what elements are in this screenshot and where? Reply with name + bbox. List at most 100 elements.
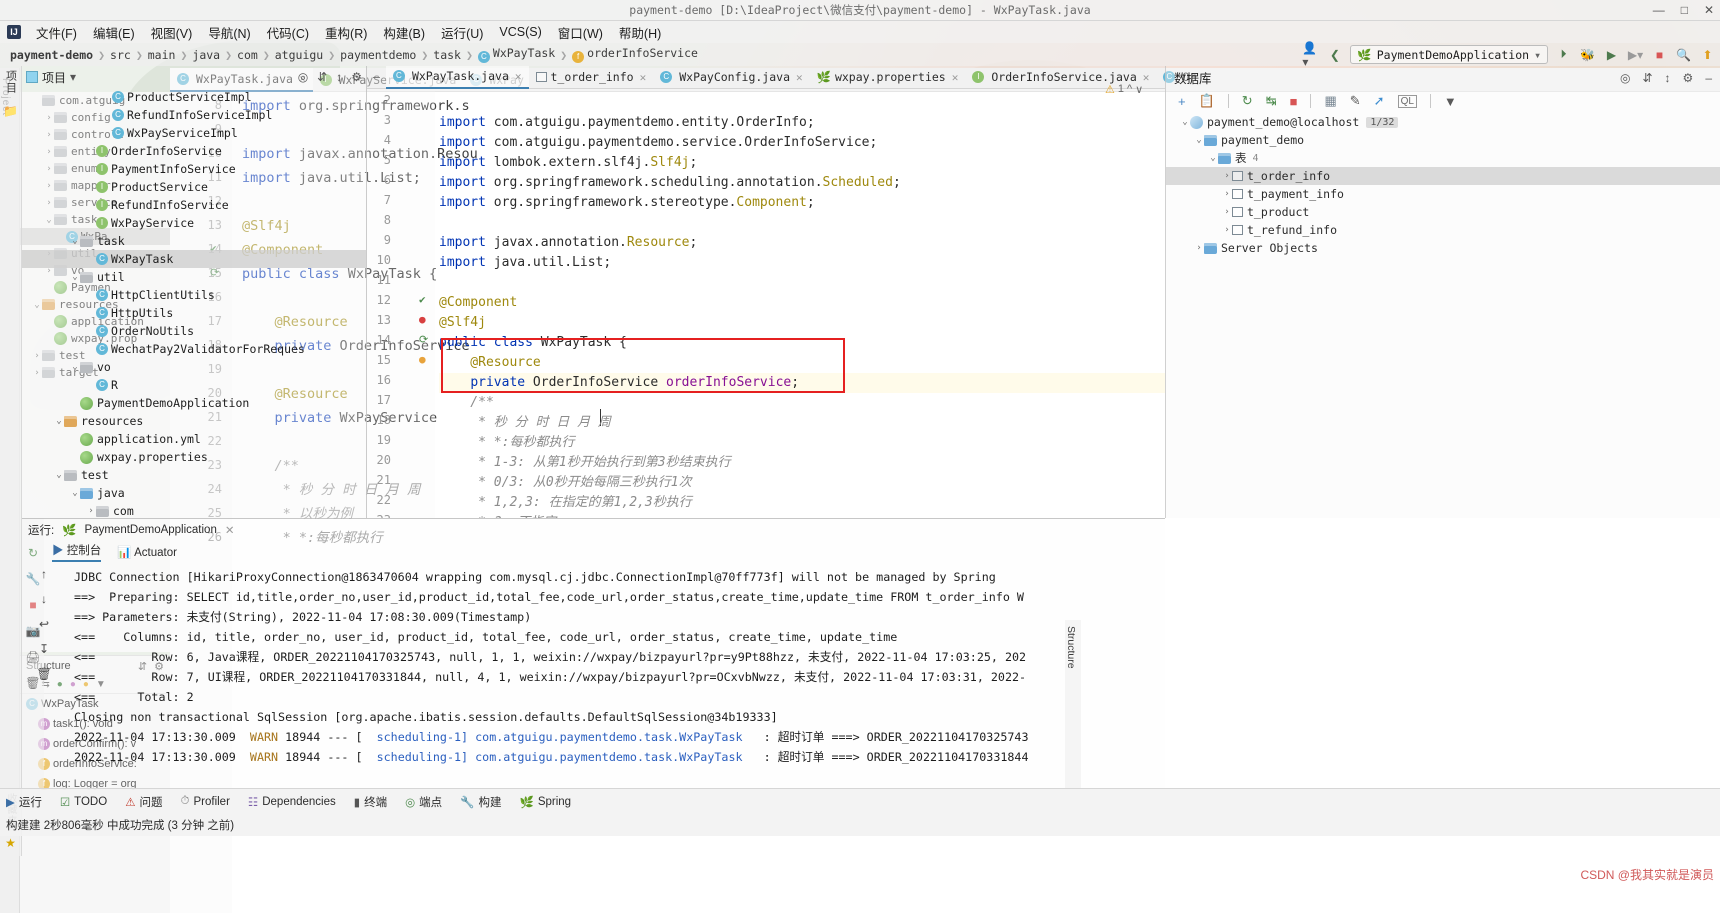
project-tree-item[interactable]: C HttpClientUtils (22, 286, 366, 304)
table-icon[interactable]: ▦ (1324, 93, 1336, 109)
editor-gutter[interactable]: 23456789101112✔13●14⟳15●1617181920212223 (367, 89, 435, 518)
status-item-dependencies[interactable]: ☷ Dependencies (248, 795, 336, 809)
database-tree-item[interactable]: › Server Objects (1166, 239, 1720, 257)
project-tree-item[interactable]: wxpay.properties (22, 448, 366, 466)
database-tree-item[interactable]: › t_order_info (1166, 167, 1720, 185)
console-output[interactable]: JDBC Connection [HikariProxyConnection@1… (74, 567, 1157, 781)
debug-icon[interactable]: 🐝 (1579, 46, 1596, 63)
scroll-up-icon[interactable]: ↑ (41, 567, 47, 581)
menu-item-view[interactable]: 视图(V) (143, 21, 201, 44)
jump-icon[interactable]: ➚ (1374, 93, 1385, 109)
edit-icon[interactable]: ✎ (1350, 93, 1361, 109)
tree-twisty-icon[interactable]: ⌄ (54, 470, 64, 480)
bookmarks-icon[interactable]: 📁 (3, 104, 18, 118)
project-tree-item[interactable]: ⌄ resources (22, 412, 366, 430)
tool-window-button-project[interactable]: 项目 (3, 70, 19, 94)
breadcrumb-item-orderinfoservice[interactable]: f orderInfoService (568, 46, 702, 63)
tree-twisty-icon[interactable]: › (1222, 225, 1232, 235)
gutter-marker-icon[interactable]: ✔ (419, 293, 433, 307)
tree-twisty-icon[interactable]: › (1222, 207, 1232, 217)
stop-icon[interactable]: ■ (1651, 46, 1668, 63)
menu-item-vcs[interactable]: VCS(S) (491, 23, 549, 41)
expand-all-icon[interactable]: ⇵ (1642, 71, 1652, 85)
close-icon[interactable]: ✕ (796, 71, 803, 84)
add-icon[interactable]: + (1178, 94, 1186, 109)
hide-tabs-icon[interactable]: – (367, 70, 386, 84)
project-tree-item[interactable]: C WechatPay2ValidatorForReques (22, 340, 366, 358)
breadcrumb-item-paymentdemo[interactable]: paymentdemo (336, 48, 420, 62)
breadcrumb-item-task[interactable]: task (429, 48, 465, 62)
gear-icon[interactable]: ⚙ (351, 70, 362, 84)
menu-item-edit[interactable]: 编辑(E) (85, 21, 143, 44)
back-icon[interactable]: ❮ (1326, 46, 1343, 63)
tab-wxpayconfig-java[interactable]: C WxPayConfig.java ✕ (653, 66, 809, 89)
menu-item-code[interactable]: 代码(C) (259, 21, 317, 44)
close-icon[interactable]: ✕ (225, 523, 235, 537)
star-icon[interactable]: ★ (5, 836, 16, 850)
breadcrumb-item-java[interactable]: java (188, 48, 224, 62)
menu-item-help[interactable]: 帮助(H) (611, 21, 669, 44)
gutter-marker-icon[interactable]: ● (419, 353, 433, 367)
project-tree-item[interactable]: I PaymentInfoService (22, 160, 366, 178)
locate-icon[interactable]: ◎ (1620, 71, 1630, 85)
project-tree-item[interactable]: I WxPayService (22, 214, 366, 232)
hide-icon[interactable]: – (1705, 71, 1712, 85)
project-tree-item[interactable]: ⌄ vo (22, 358, 366, 376)
search-icon[interactable]: 🔍 (1675, 46, 1692, 63)
status-item-build[interactable]: 🔧 构建 (460, 794, 501, 810)
copy-icon[interactable]: 📋 (1199, 93, 1215, 109)
structure-tool-strip[interactable]: Structure (1065, 620, 1081, 788)
scroll-to-end-icon[interactable]: ↧ (39, 642, 49, 656)
locate-icon[interactable]: ◎ (298, 70, 308, 84)
profiler-icon[interactable]: ▶▾ (1627, 46, 1644, 63)
run-icon[interactable]: ⏵ (1555, 46, 1572, 63)
soft-wrap-icon[interactable]: ↩ (39, 617, 49, 631)
gutter-marker-icon[interactable]: ● (419, 313, 433, 327)
project-tree-item[interactable]: I OrderInfoService (22, 142, 366, 160)
minimize-button[interactable]: — (1653, 3, 1665, 17)
tree-twisty-icon[interactable]: ⌄ (1194, 135, 1204, 145)
tree-twisty-icon[interactable]: ⌄ (70, 488, 80, 498)
project-tree-item[interactable]: C ProductServiceImpl (22, 88, 366, 106)
project-tree-item[interactable]: C WxPayTask (22, 250, 366, 268)
maximize-button[interactable]: □ (1681, 3, 1688, 17)
project-tree-item[interactable]: C HttpUtils (22, 304, 366, 322)
status-item-terminal[interactable]: ▮ 终端 (354, 794, 387, 810)
prev-highlight-icon[interactable]: ^ (1127, 83, 1132, 95)
run-coverage-icon[interactable]: ▶ (1603, 46, 1620, 63)
project-tree-item[interactable]: application.yml (22, 430, 366, 448)
project-tree-item[interactable]: C OrderNoUtils (22, 322, 366, 340)
tree-twisty-icon[interactable]: › (1222, 171, 1232, 181)
stop-icon[interactable]: ■ (1290, 94, 1298, 109)
project-tree-item[interactable]: ⌄ test (22, 466, 366, 484)
tree-twisty-icon[interactable]: › (1194, 243, 1204, 253)
project-tree-item[interactable]: ⌄ task (22, 232, 366, 250)
next-highlight-icon[interactable]: ∨ (1135, 83, 1143, 96)
tab-wxpay-properties[interactable]: 🌿 wxpay.properties ✕ (810, 66, 966, 89)
chevron-down-icon[interactable]: ▾ (70, 70, 76, 84)
tab-console[interactable]: ▶ 控制台 (52, 542, 102, 562)
close-icon[interactable]: ✕ (515, 70, 522, 83)
refresh-icon[interactable]: ↻ (1242, 93, 1253, 109)
status-item-todo[interactable]: ☑ TODO (60, 795, 107, 809)
editor-warning-indicator[interactable]: ⚠ 1 ^ ∨ (1105, 80, 1163, 98)
update-icon[interactable]: ⬆ (1699, 46, 1716, 63)
project-tree-item[interactable]: C WxPayServiceImpl (22, 124, 366, 142)
breadcrumb-item-project[interactable]: payment-demo (6, 48, 97, 62)
tree-twisty-icon[interactable]: ⌄ (54, 416, 64, 426)
breadcrumb-item-com[interactable]: com (233, 48, 262, 62)
status-item-endpoints[interactable]: ◎ 端点 (405, 794, 442, 810)
menu-item-build[interactable]: 构建(B) (375, 21, 433, 44)
breadcrumb-item-wxpaytask[interactable]: CWxPayTask (474, 46, 559, 63)
project-tree-item[interactable]: ⌄ util (22, 268, 366, 286)
profile-icon[interactable]: 👤▾ (1302, 41, 1319, 69)
menu-item-refactor[interactable]: 重构(R) (317, 21, 375, 44)
close-button[interactable]: ✕ (1704, 3, 1714, 17)
status-item-profiler[interactable]: ⏱ Profiler (181, 795, 230, 808)
tree-twisty-icon[interactable]: ⌄ (1208, 153, 1218, 163)
tree-twisty-icon[interactable]: › (1222, 189, 1232, 199)
menu-item-file[interactable]: 文件(F) (28, 21, 85, 44)
code-editor[interactable]: 23456789101112✔13●14⟳15●1617181920212223… (367, 89, 1165, 518)
close-icon[interactable]: ✕ (952, 71, 959, 84)
database-tree-item[interactable]: ⌄ payment_demo (1166, 131, 1720, 149)
